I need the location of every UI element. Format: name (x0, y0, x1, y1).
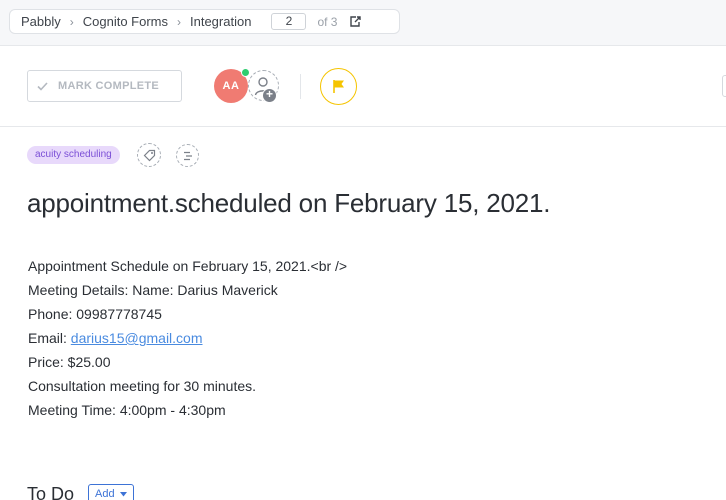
breadcrumb-item-pabbly[interactable]: Pabbly (21, 14, 61, 29)
add-tag-button[interactable] (137, 143, 161, 167)
chevron-right-icon: › (69, 14, 74, 29)
add-todo-label: Add (95, 488, 115, 500)
check-icon (37, 81, 48, 91)
chevron-right-icon: › (177, 14, 181, 29)
online-status-dot (241, 68, 250, 77)
page-total: of 3 (317, 14, 338, 29)
description-line: Appointment Schedule on February 15, 202… (28, 258, 348, 274)
email-label: Email: (28, 330, 71, 346)
priority-flag-button[interactable] (320, 68, 357, 105)
tag-acuity-scheduling[interactable]: acuity scheduling (27, 146, 120, 164)
toolbar-divider (300, 74, 301, 99)
task-toolbar: MARK COMPLETE AA + (0, 46, 726, 127)
mark-complete-label: MARK COMPLETE (58, 80, 160, 92)
avatar-initials: AA (222, 80, 240, 92)
breadcrumb-item-cognito-forms[interactable]: Cognito Forms (83, 14, 168, 29)
exit-icon[interactable] (349, 15, 362, 28)
description-line: Meeting Details: Name: Darius Maverick (28, 282, 278, 298)
toolbar-overflow-box[interactable] (722, 75, 726, 97)
description-line: Meeting Time: 4:00pm - 4:30pm (28, 402, 226, 418)
description-line: Consultation meeting for 30 minutes. (28, 378, 257, 394)
list-icon (183, 151, 192, 160)
todo-section-title: To Do (27, 484, 75, 500)
description-line-email: Email: darius15@gmail.com (28, 329, 708, 353)
description-line: Price: $25.00 (28, 354, 111, 370)
email-link[interactable]: darius15@gmail.com (71, 330, 203, 346)
task-description[interactable]: Appointment Schedule on February 15, 202… (28, 257, 708, 425)
add-todo-button[interactable]: Add (88, 484, 134, 500)
plus-icon: + (262, 88, 277, 103)
flag-icon (332, 80, 344, 93)
breadcrumb: Pabbly › Cognito Forms › Integration 2 o… (9, 9, 400, 34)
caret-down-icon (119, 491, 127, 496)
breadcrumb-item-integration[interactable]: Integration (190, 14, 251, 29)
task-title[interactable]: appointment.scheduled on February 15, 20… (27, 188, 551, 219)
mark-complete-button[interactable]: MARK COMPLETE (27, 70, 182, 102)
description-line: Phone: 09987778745 (28, 306, 162, 322)
subtask-button[interactable] (176, 144, 199, 167)
tag-icon (143, 149, 155, 161)
page-number-input[interactable]: 2 (271, 13, 307, 30)
top-bar: Pabbly › Cognito Forms › Integration 2 o… (0, 0, 726, 46)
